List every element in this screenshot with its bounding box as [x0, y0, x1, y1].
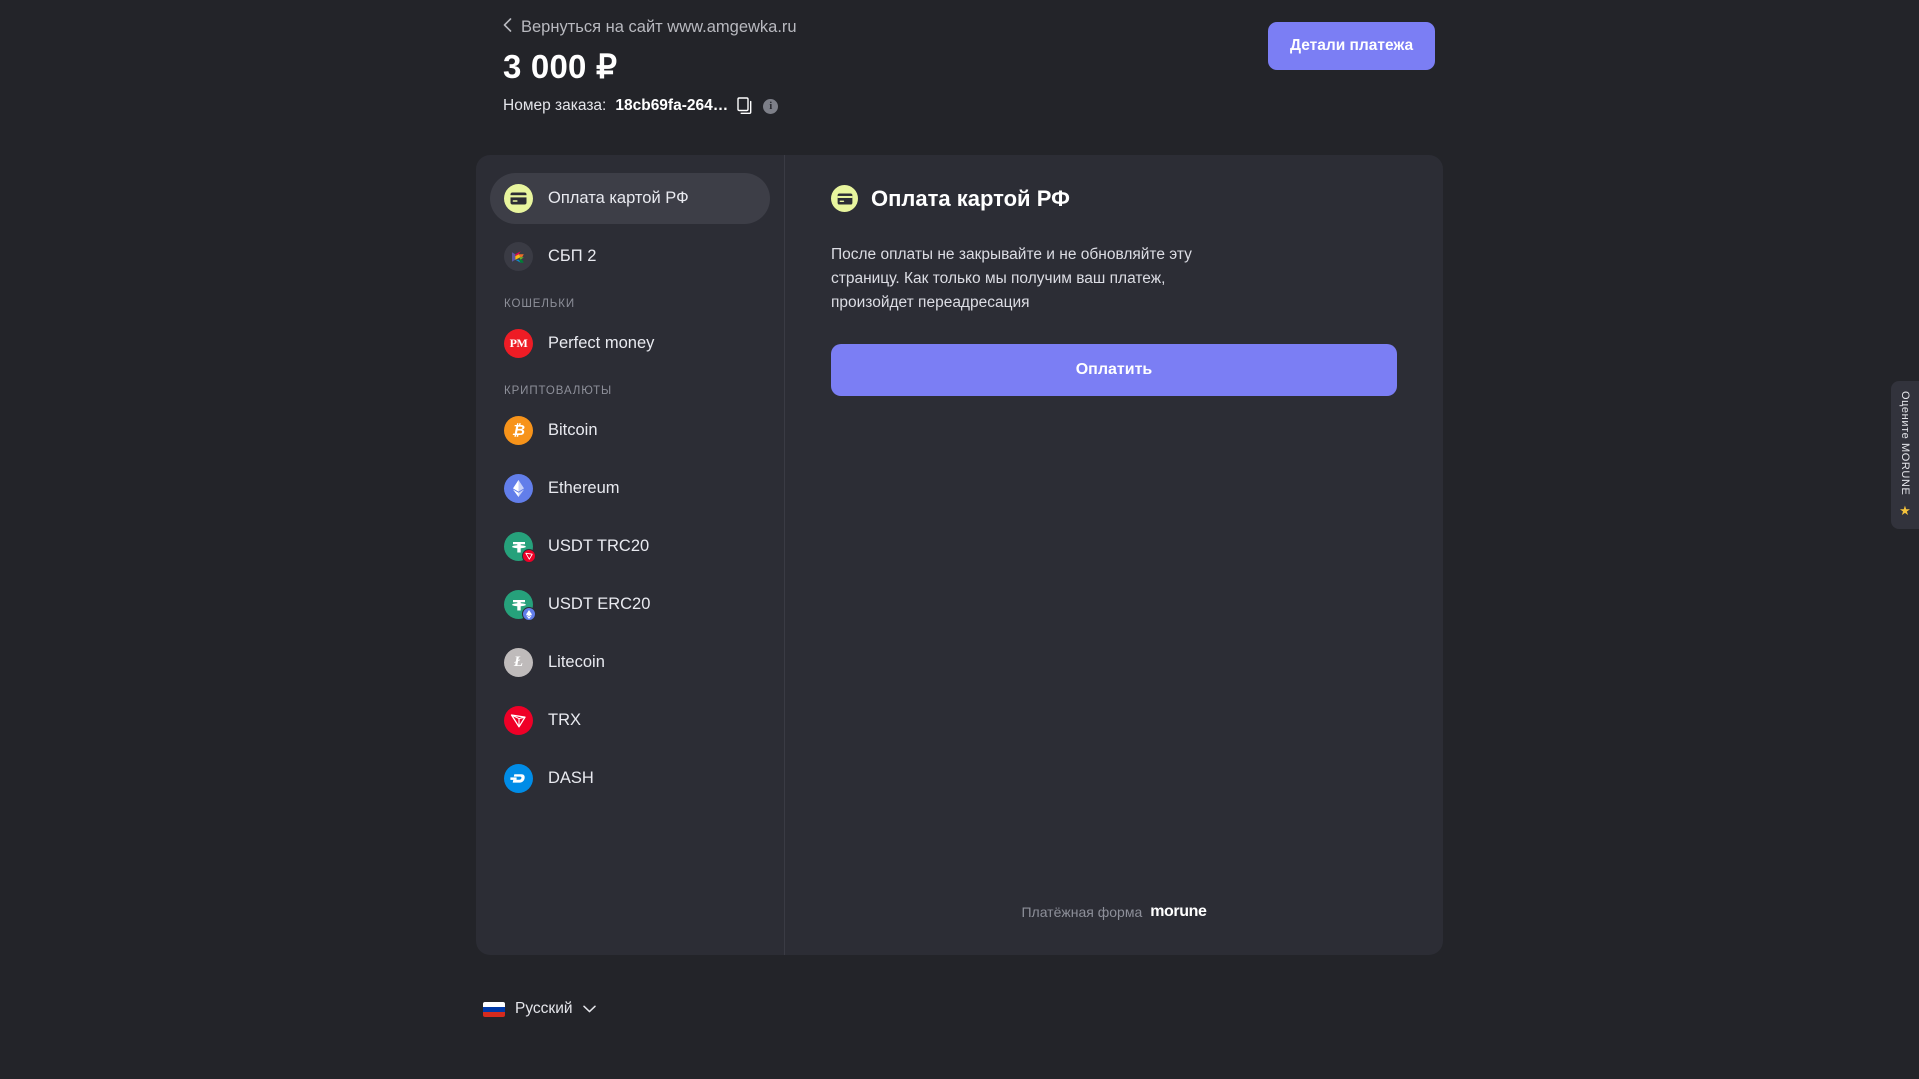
- tron-badge-icon: [522, 549, 536, 563]
- sidebar-item-sbp-2[interactable]: СБП 2: [490, 231, 770, 282]
- sidebar-item-bitcoin[interactable]: ₿ Bitcoin: [490, 405, 770, 456]
- back-to-site-link[interactable]: Вернуться на сайт www.amgewka.ru: [503, 18, 797, 37]
- sidebar-item-label: Litecoin: [548, 653, 605, 671]
- rate-tab-label: Оцените MORUNE: [1899, 391, 1911, 496]
- sidebar-item-label: СБП 2: [548, 247, 597, 265]
- sidebar-item-label: Perfect money: [548, 334, 655, 352]
- sidebar-item-perfect-money[interactable]: PM Perfect money: [490, 318, 770, 369]
- chevron-left-icon: [503, 18, 512, 37]
- sidebar-item-trx[interactable]: TRX: [490, 695, 770, 746]
- wallets-section-header: КОШЕЛЬКИ: [504, 298, 575, 310]
- sidebar-item-label: Bitcoin: [548, 421, 598, 439]
- sidebar-item-label: TRX: [548, 711, 581, 729]
- language-selector[interactable]: Русский: [483, 1000, 596, 1018]
- brand-logo: morune: [1150, 903, 1207, 920]
- payment-card: Оплата картой РФ СБП 2 КОШЕЛЬКИ PM Perfe…: [476, 155, 1443, 955]
- dash-icon: [504, 764, 533, 793]
- star-icon: ★: [1899, 503, 1911, 519]
- sidebar-item-label: USDT TRC20: [548, 537, 650, 555]
- pay-button[interactable]: Оплатить: [831, 344, 1397, 397]
- payment-content-panel: Оплата картой РФ После оплаты не закрыва…: [785, 155, 1443, 955]
- chevron-down-icon: [582, 1000, 596, 1018]
- back-link-label: Вернуться на сайт www.amgewka.ru: [521, 18, 797, 36]
- sidebar-item-dash[interactable]: DASH: [490, 753, 770, 804]
- usdt-icon: [504, 532, 536, 563]
- sidebar-item-usdt-trc20[interactable]: USDT TRC20: [490, 521, 770, 572]
- order-number-row: Номер заказа: 18cb69fa-264… i: [503, 97, 1423, 115]
- footer-branding: Платёжная форма morune: [785, 903, 1443, 921]
- bitcoin-icon: ₿: [504, 416, 533, 445]
- info-icon[interactable]: i: [763, 98, 779, 114]
- sidebar-item-litecoin[interactable]: Ł Litecoin: [490, 637, 770, 688]
- russia-flag-icon: [483, 1001, 505, 1017]
- perfect-money-icon: PM: [504, 329, 533, 358]
- crypto-section-header: КРИПТОВАЛЮТЫ: [504, 385, 613, 397]
- order-number-value: 18cb69fa-264…: [615, 97, 729, 114]
- payment-instructions: После оплаты не закрывайте и не обновляй…: [831, 246, 1192, 312]
- sidebar-item-card-rf[interactable]: Оплата картой РФ: [490, 173, 770, 224]
- sidebar-item-usdt-erc20[interactable]: USDT ERC20: [490, 579, 770, 630]
- language-label: Русский: [515, 1000, 573, 1017]
- sidebar-item-label: Ethereum: [548, 479, 620, 497]
- rate-morune-tab[interactable]: Оцените MORUNE ★: [1891, 381, 1919, 529]
- litecoin-icon: Ł: [504, 648, 533, 677]
- order-number-label: Номер заказа:: [503, 97, 607, 114]
- page-title: Оплата картой РФ: [871, 185, 1070, 211]
- card-icon: [831, 185, 858, 212]
- tron-icon: [504, 706, 533, 735]
- sbp-icon: [504, 242, 533, 271]
- sidebar-item-label: DASH: [548, 769, 594, 787]
- footer-text: Платёжная форма: [1021, 904, 1143, 920]
- sidebar-item-label: Оплата картой РФ: [548, 189, 689, 207]
- usdt-icon: [504, 590, 536, 621]
- payment-page: Вернуться на сайт www.amgewka.ru 3 000 ₽…: [0, 0, 1919, 1079]
- sidebar-item-ethereum[interactable]: Ethereum: [490, 463, 770, 514]
- sidebar-item-label: USDT ERC20: [548, 595, 651, 613]
- ethereum-badge-icon: [522, 607, 536, 621]
- card-icon: [504, 184, 533, 213]
- payment-details-button[interactable]: Детали платежа: [1268, 22, 1436, 70]
- content-header: Оплата картой РФ: [831, 185, 1397, 212]
- copy-icon[interactable]: [737, 97, 754, 115]
- payment-methods-sidebar: Оплата картой РФ СБП 2 КОШЕЛЬКИ PM Perfe…: [476, 155, 785, 955]
- ethereum-icon: [504, 474, 533, 503]
